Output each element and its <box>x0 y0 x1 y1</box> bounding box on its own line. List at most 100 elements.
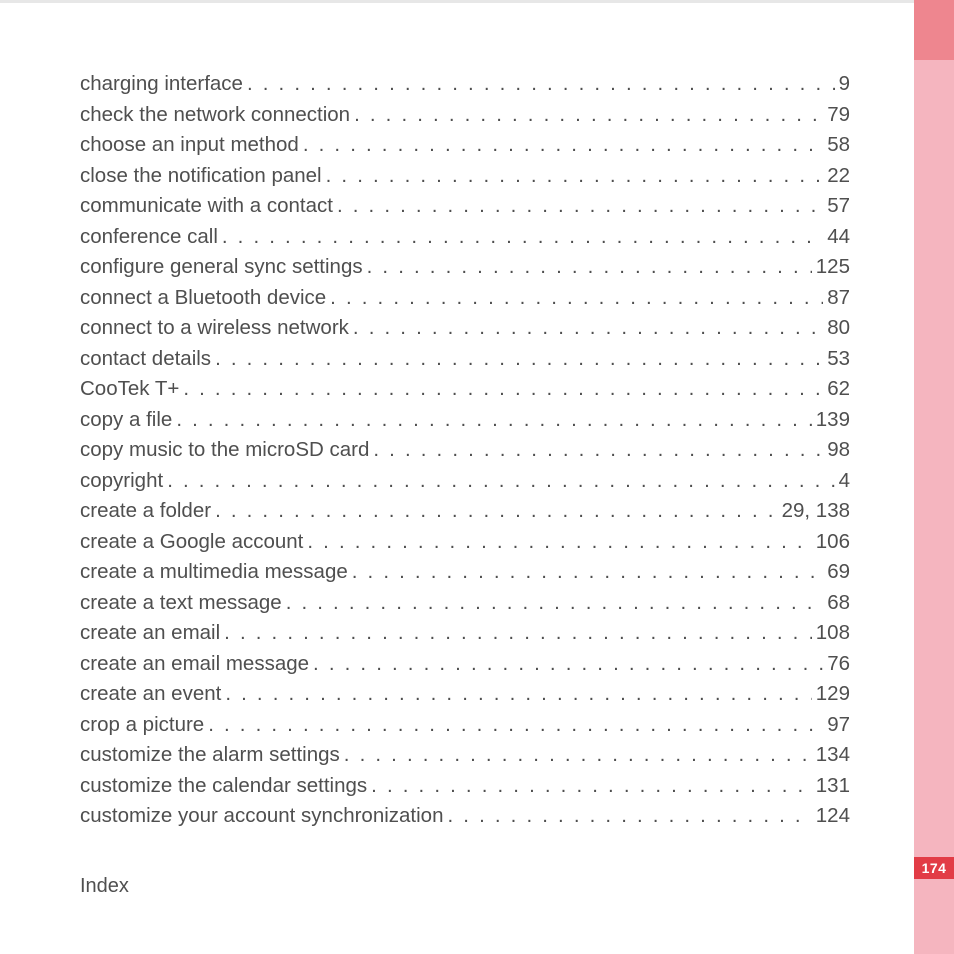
index-entry-page: 87 <box>827 288 850 309</box>
index-entry-page: 125 <box>816 257 850 278</box>
index-entry-label: conference call <box>80 227 218 248</box>
dot-leader: . . . . . . . . . . . . . . . . . . . . … <box>224 623 812 644</box>
dot-leader: . . . . . . . . . . . . . . . . . . . . … <box>307 532 811 553</box>
index-entry-label: create an email message <box>80 654 309 675</box>
index-entry-label: connect to a wireless network <box>80 318 349 339</box>
dot-leader: . . . . . . . . . . . . . . . . . . . . … <box>215 349 823 370</box>
section-title: Index <box>80 875 129 898</box>
dot-leader: . . . . . . . . . . . . . . . . . . . . … <box>326 166 824 187</box>
index-entry-label: contact details <box>80 349 211 370</box>
index-entry: contact details . . . . . . . . . . . . … <box>80 349 850 370</box>
dot-leader: . . . . . . . . . . . . . . . . . . . . … <box>167 471 834 492</box>
index-entry: conference call . . . . . . . . . . . . … <box>80 227 850 248</box>
dot-leader: . . . . . . . . . . . . . . . . . . . . … <box>371 776 812 797</box>
index-entry: customize the alarm settings . . . . . .… <box>80 745 850 766</box>
index-entry-label: choose an input method <box>80 135 299 156</box>
index-entry-page: 124 <box>816 806 850 827</box>
index-entry-page: 69 <box>827 562 850 583</box>
index-entry: charging interface . . . . . . . . . . .… <box>80 74 850 95</box>
index-entry-page: 53 <box>827 349 850 370</box>
index-entry-page: 44 <box>827 227 850 248</box>
index-entry-page: 129 <box>816 684 850 705</box>
page-number-badge: 174 <box>914 857 954 879</box>
index-entry-page: 76 <box>827 654 850 675</box>
index-entry-label: connect a Bluetooth device <box>80 288 326 309</box>
dot-leader: . . . . . . . . . . . . . . . . . . . . … <box>344 745 812 766</box>
dot-leader: . . . . . . . . . . . . . . . . . . . . … <box>354 105 823 126</box>
index-entry: CooTek T+ . . . . . . . . . . . . . . . … <box>80 379 850 400</box>
dot-leader: . . . . . . . . . . . . . . . . . . . . … <box>313 654 823 675</box>
dot-leader: . . . . . . . . . . . . . . . . . . . . … <box>286 593 824 614</box>
dot-leader: . . . . . . . . . . . . . . . . . . . . … <box>225 684 811 705</box>
index-entry-page: 79 <box>827 105 850 126</box>
index-entry-page: 108 <box>816 623 850 644</box>
dot-leader: . . . . . . . . . . . . . . . . . . . . … <box>222 227 823 248</box>
index-entry-page: 98 <box>827 440 850 461</box>
document-page: 174 charging interface . . . . . . . . .… <box>0 0 954 954</box>
index-entry-label: customize the alarm settings <box>80 745 340 766</box>
index-entry-page: 29, 138 <box>782 501 850 522</box>
index-entry-label: copyright <box>80 471 163 492</box>
page-number-text: 174 <box>922 860 947 876</box>
index-entry-page: 22 <box>827 166 850 187</box>
index-entry: create an email message . . . . . . . . … <box>80 654 850 675</box>
index-entry-label: check the network connection <box>80 105 350 126</box>
index-entry-label: CooTek T+ <box>80 379 179 400</box>
index-entry: copy a file . . . . . . . . . . . . . . … <box>80 410 850 431</box>
dot-leader: . . . . . . . . . . . . . . . . . . . . … <box>183 379 823 400</box>
index-entry: copyright . . . . . . . . . . . . . . . … <box>80 471 850 492</box>
index-entry-label: copy a file <box>80 410 172 431</box>
index-entry-page: 58 <box>827 135 850 156</box>
index-entry: choose an input method . . . . . . . . .… <box>80 135 850 156</box>
index-entry: create a folder . . . . . . . . . . . . … <box>80 501 850 522</box>
index-entry-label: configure general sync settings <box>80 257 363 278</box>
dot-leader: . . . . . . . . . . . . . . . . . . . . … <box>337 196 823 217</box>
dot-leader: . . . . . . . . . . . . . . . . . . . . … <box>303 135 823 156</box>
index-entry-label: create an event <box>80 684 221 705</box>
dot-leader: . . . . . . . . . . . . . . . . . . . . … <box>215 501 778 522</box>
index-entry-label: close the notification panel <box>80 166 322 187</box>
dot-leader: . . . . . . . . . . . . . . . . . . . . … <box>448 806 812 827</box>
dot-leader: . . . . . . . . . . . . . . . . . . . . … <box>176 410 811 431</box>
index-entry: configure general sync settings . . . . … <box>80 257 850 278</box>
dot-leader: . . . . . . . . . . . . . . . . . . . . … <box>208 715 823 736</box>
index-entry: communicate with a contact . . . . . . .… <box>80 196 850 217</box>
index-entry: crop a picture . . . . . . . . . . . . .… <box>80 715 850 736</box>
dot-leader: . . . . . . . . . . . . . . . . . . . . … <box>353 318 823 339</box>
index-entry-label: create a folder <box>80 501 211 522</box>
index-entry: connect to a wireless network . . . . . … <box>80 318 850 339</box>
index-entry: create a Google account . . . . . . . . … <box>80 532 850 553</box>
index-entry-label: customize the calendar settings <box>80 776 367 797</box>
dot-leader: . . . . . . . . . . . . . . . . . . . . … <box>247 74 835 95</box>
index-entry-label: create a multimedia message <box>80 562 348 583</box>
index-entry-page: 139 <box>816 410 850 431</box>
index-entry: connect a Bluetooth device . . . . . . .… <box>80 288 850 309</box>
index-entry-page: 4 <box>839 471 850 492</box>
index-entry-page: 97 <box>827 715 850 736</box>
index-entry: create an email . . . . . . . . . . . . … <box>80 623 850 644</box>
page-top-edge <box>0 0 914 3</box>
index-entry-page: 68 <box>827 593 850 614</box>
index-entry-page: 62 <box>827 379 850 400</box>
index-entries: charging interface . . . . . . . . . . .… <box>80 74 850 837</box>
index-entry-page: 9 <box>839 74 850 95</box>
dot-leader: . . . . . . . . . . . . . . . . . . . . … <box>367 257 812 278</box>
index-entry-page: 131 <box>816 776 850 797</box>
index-entry: create a multimedia message . . . . . . … <box>80 562 850 583</box>
index-entry: close the notification panel . . . . . .… <box>80 166 850 187</box>
dot-leader: . . . . . . . . . . . . . . . . . . . . … <box>330 288 823 309</box>
index-entry: create a text message . . . . . . . . . … <box>80 593 850 614</box>
index-entry-page: 106 <box>816 532 850 553</box>
index-entry: customize your account synchronization .… <box>80 806 850 827</box>
index-entry: create an event . . . . . . . . . . . . … <box>80 684 850 705</box>
dot-leader: . . . . . . . . . . . . . . . . . . . . … <box>373 440 823 461</box>
index-entry: customize the calendar settings . . . . … <box>80 776 850 797</box>
index-entry-label: charging interface <box>80 74 243 95</box>
index-entry-label: create a text message <box>80 593 282 614</box>
index-entry: check the network connection . . . . . .… <box>80 105 850 126</box>
index-entry-page: 57 <box>827 196 850 217</box>
index-entry-label: copy music to the microSD card <box>80 440 369 461</box>
index-entry-label: communicate with a contact <box>80 196 333 217</box>
index-entry-label: create a Google account <box>80 532 303 553</box>
dot-leader: . . . . . . . . . . . . . . . . . . . . … <box>352 562 823 583</box>
